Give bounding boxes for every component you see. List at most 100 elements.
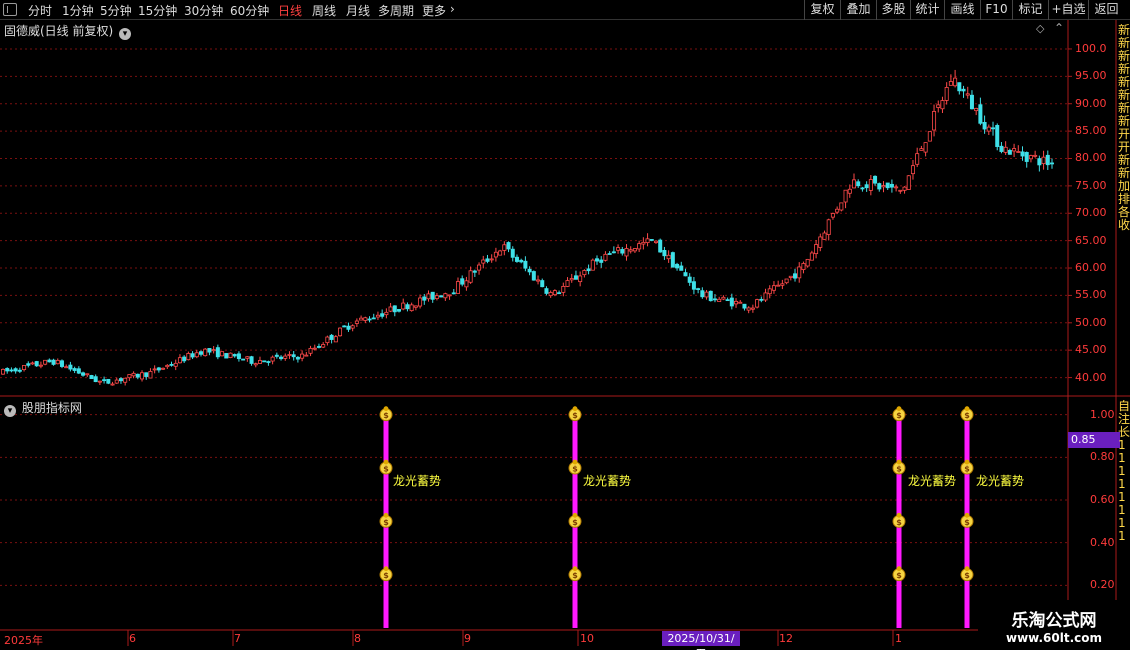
candle-body xyxy=(418,297,423,307)
date-label: 6 xyxy=(129,632,136,645)
candle-body xyxy=(839,202,844,211)
watermark-url: www.60lt.com xyxy=(1005,631,1103,645)
candle-body xyxy=(316,346,321,348)
candle-body xyxy=(30,362,35,365)
money-bag-glyph: $ xyxy=(572,518,578,527)
candle-body xyxy=(1003,146,1008,153)
date-label: 2025年 xyxy=(4,634,43,647)
candle-body xyxy=(367,318,372,321)
candle-body xyxy=(696,288,701,290)
candle-body xyxy=(266,361,271,363)
candle-body xyxy=(595,258,600,262)
candle-body xyxy=(89,375,94,380)
candle-body xyxy=(759,298,764,301)
candle-body xyxy=(493,251,498,258)
chevron-up-icon[interactable]: ⌃ xyxy=(1054,21,1064,35)
tab-more[interactable]: 更多 xyxy=(422,2,446,19)
mark-button[interactable]: 标记 xyxy=(1012,0,1048,20)
candle-body xyxy=(156,367,161,371)
right-info-strip: 新新新新新新新新开开新新加排各收 xyxy=(1118,24,1130,232)
candle-body xyxy=(76,368,81,374)
candle-body xyxy=(974,107,979,112)
candle-body xyxy=(540,280,545,288)
candle-body xyxy=(249,356,254,364)
candle-body xyxy=(300,353,305,359)
price-tick-label: 65.00 xyxy=(1075,233,1107,247)
back-button[interactable]: 返回 xyxy=(1088,0,1124,20)
candle-body xyxy=(611,251,616,254)
candle-body xyxy=(106,378,111,384)
tab-multi-period[interactable]: 多周期 xyxy=(378,2,414,19)
money-bag-glyph: $ xyxy=(964,411,970,420)
price-tick-label: 70.00 xyxy=(1075,206,1107,220)
candle-body xyxy=(578,275,583,283)
candle-body xyxy=(809,252,814,261)
add-watchlist-button[interactable]: +自选 xyxy=(1048,0,1088,20)
tab-30min[interactable]: 30分钟 xyxy=(184,2,223,19)
candle-body xyxy=(102,379,107,382)
candle-body xyxy=(637,243,642,250)
tab-daily[interactable]: 日线 xyxy=(278,2,302,19)
candle-body xyxy=(906,175,911,190)
candle-body xyxy=(847,188,852,194)
money-bag-glyph: $ xyxy=(572,571,578,580)
tab-monthly[interactable]: 月线 xyxy=(346,2,370,19)
chevron-down-icon[interactable]: ▾ xyxy=(119,28,132,40)
candle-body xyxy=(388,306,393,312)
tab-60min[interactable]: 60分钟 xyxy=(230,2,269,19)
candle-body xyxy=(384,311,389,316)
candle-body xyxy=(257,360,262,364)
money-bag-glyph: $ xyxy=(383,518,389,527)
candle-body xyxy=(514,256,519,262)
candle-body xyxy=(405,304,410,310)
candle-body xyxy=(818,236,823,248)
candle-body xyxy=(649,239,654,241)
candle-body xyxy=(333,336,338,343)
indicator-tick-label: 0.60 xyxy=(1090,493,1115,506)
chevron-down-icon[interactable]: ▾ xyxy=(4,405,16,417)
candle-body xyxy=(186,353,191,361)
candle-body xyxy=(220,351,225,357)
candle-body xyxy=(81,372,86,376)
overlay-button[interactable]: 叠加 xyxy=(840,0,876,20)
candle-body xyxy=(666,254,671,260)
candle-body xyxy=(868,179,873,191)
candle-body xyxy=(607,253,612,255)
candle-body xyxy=(13,368,18,372)
candle-body xyxy=(788,275,793,278)
candle-body xyxy=(38,364,43,367)
stock-title: 固德威(日线 前复权) xyxy=(4,24,114,38)
indicator-tick-label: 0.40 xyxy=(1090,535,1115,549)
tab-15min[interactable]: 15分钟 xyxy=(138,2,177,19)
candle-body xyxy=(590,259,595,271)
tab-1min[interactable]: 1分钟 xyxy=(62,2,94,19)
candle-body xyxy=(814,244,819,255)
candle-body xyxy=(489,258,494,261)
stats-button[interactable]: 统计 xyxy=(910,0,944,20)
signal-label: 龙光蓄势 xyxy=(583,474,632,488)
candle-body xyxy=(144,372,149,377)
candle-body xyxy=(215,347,220,358)
candle-body xyxy=(919,148,924,151)
candle-body xyxy=(687,276,692,283)
candle-body xyxy=(375,314,380,318)
candle-body xyxy=(746,307,751,311)
draw-line-button[interactable]: 画线 xyxy=(944,0,980,20)
tab-5min[interactable]: 5分钟 xyxy=(100,2,132,19)
fuquan-button[interactable]: 复权 xyxy=(804,0,840,20)
candle-body xyxy=(982,122,987,130)
chevron-right-icon[interactable]: › xyxy=(450,2,455,16)
candle-body xyxy=(464,280,469,288)
candle-body xyxy=(527,268,532,273)
diamond-icon[interactable]: ◇ xyxy=(1036,22,1044,35)
multi-stock-button[interactable]: 多股 xyxy=(876,0,910,20)
candle-body xyxy=(262,360,267,363)
watermark: 乐淘公式网 www.60lt.com xyxy=(978,600,1130,650)
candle-body xyxy=(135,373,140,378)
tab-weekly[interactable]: 周线 xyxy=(312,2,336,19)
f10-button[interactable]: F10 xyxy=(980,0,1012,20)
candle-body xyxy=(776,284,781,287)
tab-fenshi[interactable]: 分时 xyxy=(28,2,52,19)
candle-body xyxy=(864,184,869,189)
layout-toggle-icon[interactable] xyxy=(3,3,17,16)
